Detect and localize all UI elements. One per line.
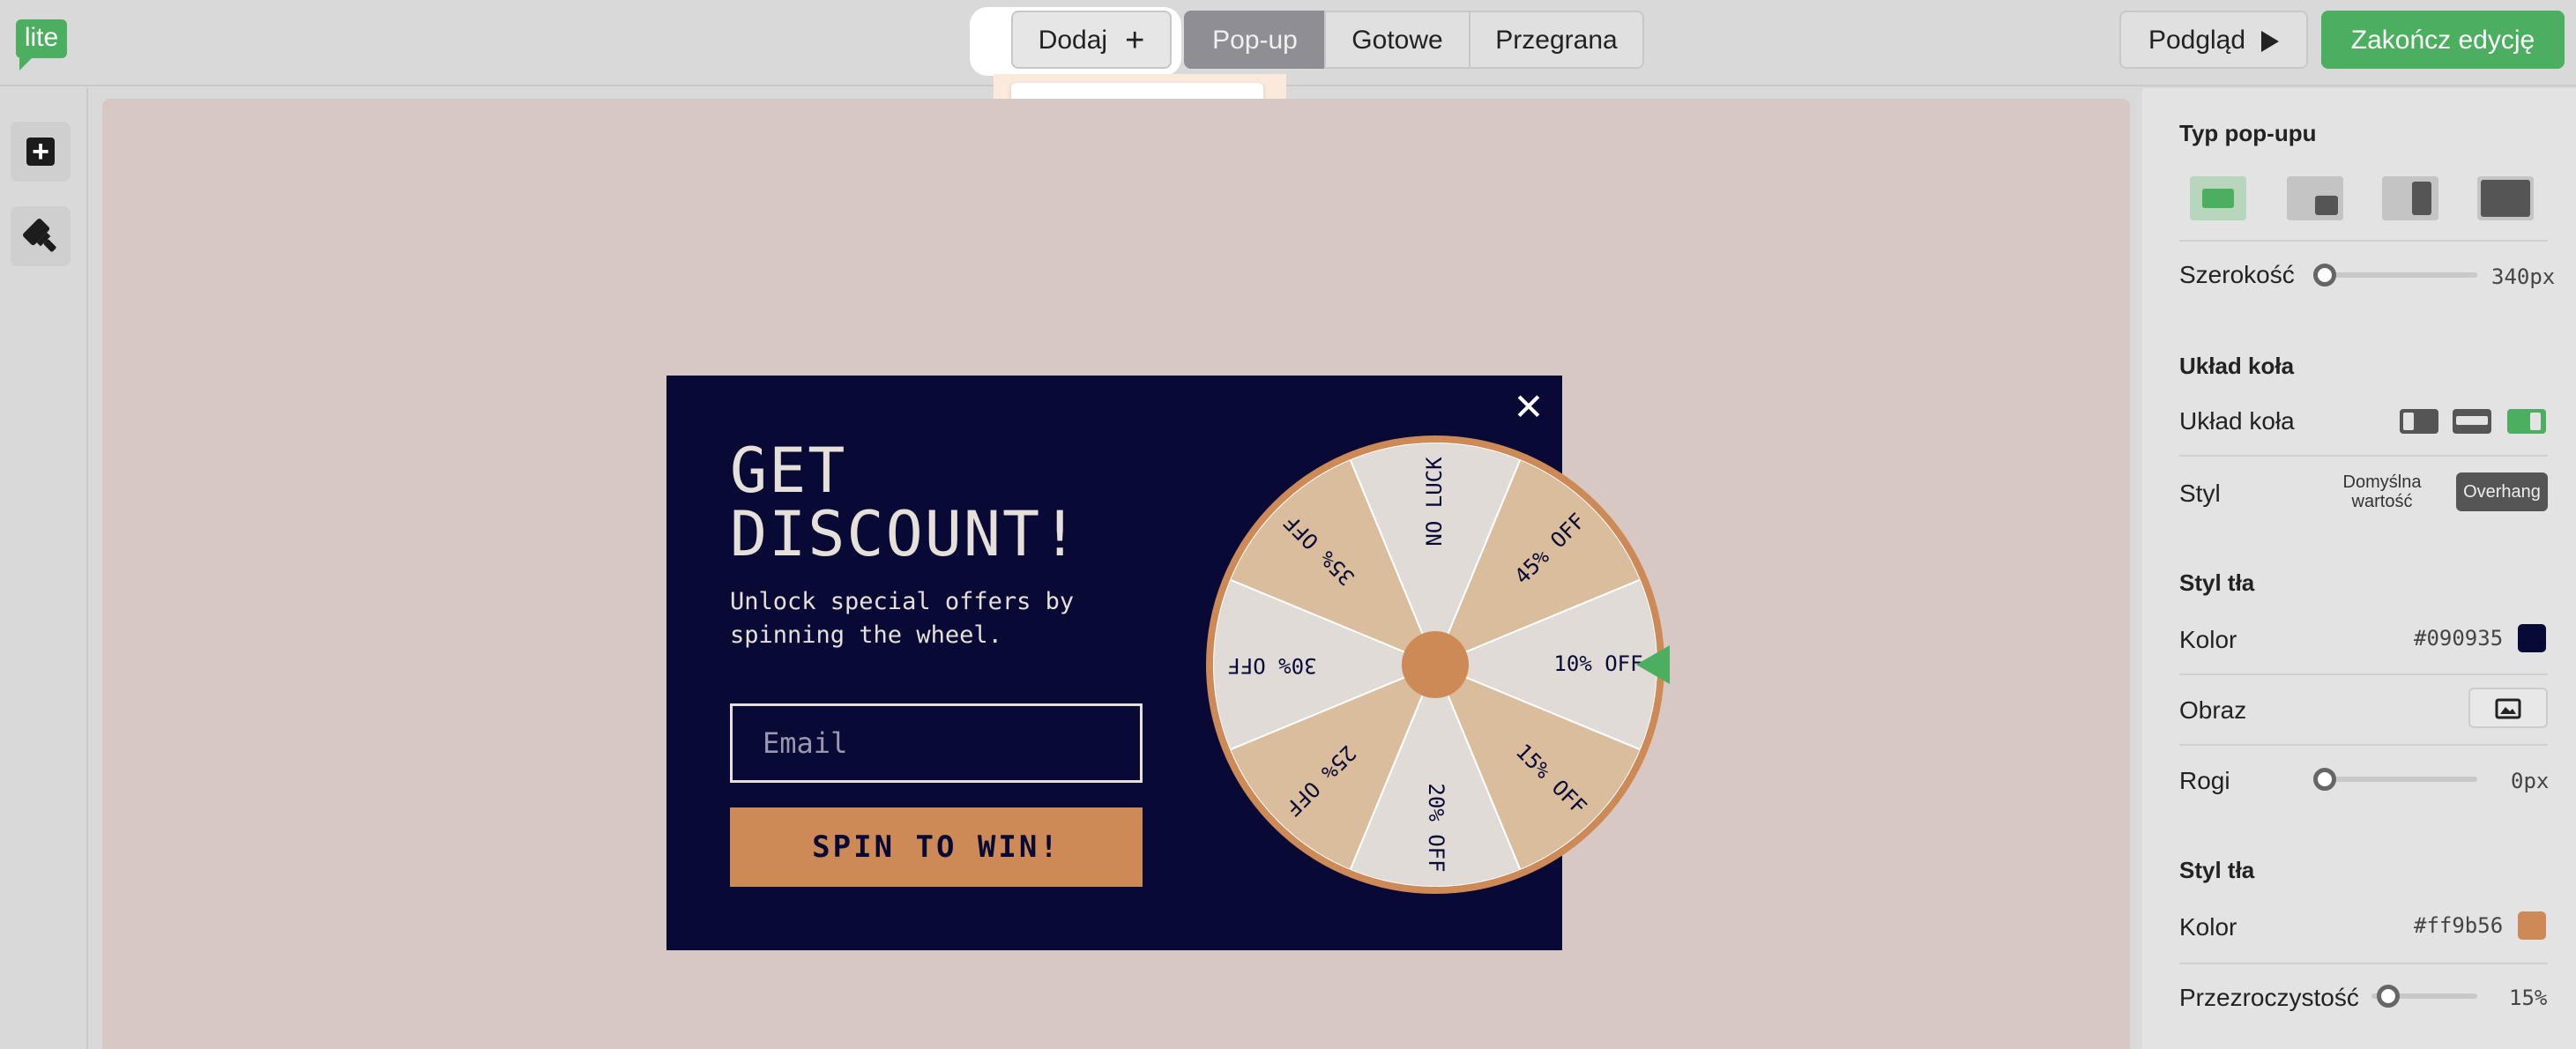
settings-panel <box>2142 88 2576 1049</box>
preview-button[interactable]: Podgląd <box>2119 11 2308 69</box>
paint-brush-icon <box>23 219 56 252</box>
tab-gotowe[interactable]: Gotowe <box>1324 11 1470 69</box>
popup-type-title: Typ pop-upu <box>2179 120 2317 146</box>
email-field[interactable] <box>730 703 1143 783</box>
add-button[interactable]: Dodaj + <box>1011 11 1172 69</box>
style-overhang-button[interactable]: Overhang <box>2456 472 2548 511</box>
wheel-layout-top[interactable] <box>2453 409 2491 434</box>
headline-line-2: DISCOUNT! <box>730 498 1081 570</box>
opacity-slider-knob[interactable] <box>2377 985 2400 1008</box>
color-label: Kolor <box>2179 626 2237 653</box>
corners-slider-knob[interactable] <box>2313 768 2336 791</box>
spin-button[interactable]: SPIN TO WIN! <box>730 807 1143 887</box>
add-square-icon: + <box>26 137 55 167</box>
divider <box>2179 963 2548 964</box>
style-default-line-1: Domyślna <box>2342 472 2422 492</box>
color-label-2: Kolor <box>2179 913 2237 941</box>
wheel-segment-label: 30% OFF <box>1227 653 1316 678</box>
wheel-hub <box>1402 631 1469 698</box>
opacity-label: Przezroczystość <box>2179 984 2359 1011</box>
wheel-layout-label: Układ koła <box>2179 407 2295 435</box>
tab-popup[interactable]: Pop-up <box>1184 11 1326 69</box>
color-swatch-2[interactable] <box>2518 911 2546 940</box>
width-slider-knob[interactable] <box>2313 264 2336 286</box>
headline-line-1: GET <box>730 435 847 507</box>
finish-edit-button[interactable]: Zakończ edycję <box>2321 11 2565 69</box>
bg-style-title: Styl tła <box>2179 569 2255 596</box>
width-label: Szerokość <box>2179 261 2295 288</box>
wheel-segment-label: 10% OFF <box>1553 651 1642 676</box>
divider <box>2179 240 2548 242</box>
corners-slider-track[interactable] <box>2324 777 2477 782</box>
design-button[interactable] <box>11 206 71 266</box>
prize-wheel[interactable]: NO LUCK45% OFF10% OFF15% OFF20% OFF25% O… <box>1204 434 1680 910</box>
width-value: 340px <box>2491 264 2556 289</box>
play-icon <box>2261 31 2280 53</box>
popup-type-side[interactable] <box>2382 176 2438 220</box>
style-label: Styl <box>2179 480 2221 507</box>
close-icon[interactable]: ✕ <box>1509 388 1548 427</box>
bg-style-title-2: Styl tła <box>2179 857 2255 883</box>
popup-subtext[interactable]: Unlock special offers by spinning the wh… <box>730 585 1135 652</box>
color-swatch[interactable] <box>2518 624 2546 652</box>
add-button-label: Dodaj <box>1038 26 1108 55</box>
preview-button-label: Podgląd <box>2148 26 2246 55</box>
width-slider-track[interactable] <box>2324 272 2477 278</box>
wheel-segment-label: 20% OFF <box>1424 783 1448 872</box>
left-toolbar: + <box>0 88 88 1049</box>
tab-przegrana[interactable]: Przegrana <box>1469 11 1644 69</box>
wheel-layout-left[interactable] <box>2400 409 2438 434</box>
image-icon <box>2495 698 2521 719</box>
wheel-layout-right[interactable] <box>2507 409 2546 434</box>
app-logo[interactable]: lite <box>16 19 67 71</box>
popup-type-banner[interactable] <box>2190 176 2246 220</box>
color-value-2[interactable]: #ff9b56 <box>2414 913 2503 938</box>
divider <box>2179 673 2548 675</box>
opacity-value: 15% <box>2509 986 2548 1010</box>
popup-type-full[interactable] <box>2477 176 2534 220</box>
color-value[interactable]: #090935 <box>2414 626 2503 651</box>
style-default-line-2: wartość <box>2351 492 2413 511</box>
image-picker-button[interactable] <box>2468 688 2548 728</box>
image-label: Obraz <box>2179 696 2247 724</box>
divider <box>2179 744 2548 746</box>
style-default-button[interactable]: Domyślna wartość <box>2327 472 2437 511</box>
divider <box>2179 455 2548 457</box>
corners-label: Rogi <box>2179 767 2230 794</box>
wheel-layout-title: Układ koła <box>2179 353 2295 379</box>
add-element-button[interactable]: + <box>11 122 71 182</box>
corners-value: 0px <box>2511 769 2550 793</box>
plus-icon: + <box>1125 22 1145 59</box>
popup-headline[interactable]: GET DISCOUNT! <box>730 439 1135 566</box>
wheel-segment-label: NO LUCK <box>1422 457 1447 547</box>
popup-type-corner[interactable] <box>2287 176 2343 220</box>
